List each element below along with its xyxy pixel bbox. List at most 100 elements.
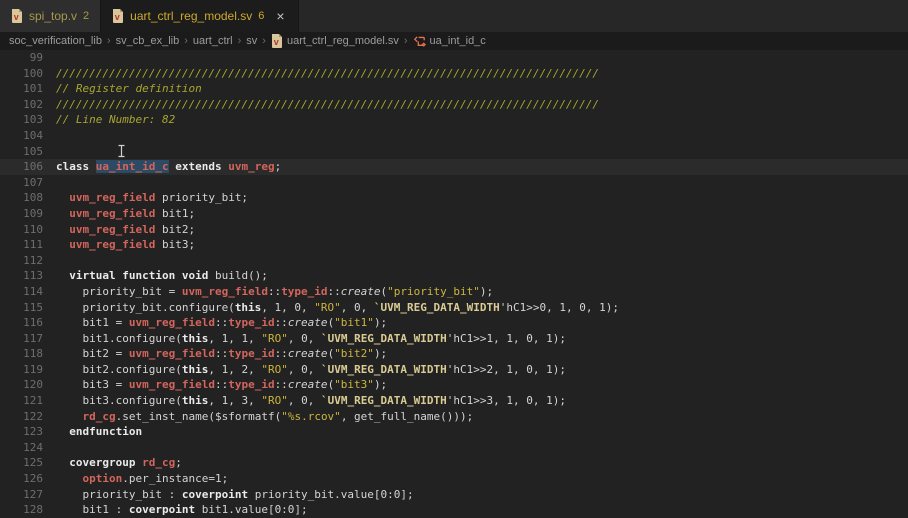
breadcrumb-item-soc_verification_lib[interactable]: soc_verification_lib <box>9 35 102 47</box>
line-number[interactable]: 101 <box>0 81 43 97</box>
line-number[interactable]: 103 <box>0 112 43 128</box>
code-token: , 1, 2, <box>208 362 262 376</box>
line-number[interactable]: 116 <box>0 315 43 331</box>
code-text: uvm_reg_field priority_bit; <box>43 190 248 206</box>
line-number[interactable]: 127 <box>0 487 43 503</box>
code-token: bit1.configure( <box>56 331 182 345</box>
code-line[interactable]: 112 <box>0 253 908 269</box>
breadcrumb-item-sv[interactable]: sv <box>246 35 257 47</box>
code-token: bit2 = <box>56 347 129 361</box>
code-token: bit2.configure( <box>56 362 182 376</box>
code-line[interactable]: 100 /////////////////////////////////////… <box>0 66 908 82</box>
code-token: .per_instance=1; <box>122 472 229 486</box>
code-token: endfunction <box>69 425 143 439</box>
code-token: "bit3" <box>334 378 374 392</box>
line-number[interactable]: 115 <box>0 300 43 316</box>
code-token: 'hC1>>2, 1, 0, 1); <box>446 362 567 376</box>
code-line[interactable]: 123 endfunction <box>0 424 908 440</box>
line-number[interactable]: 100 <box>0 66 43 82</box>
line-number[interactable]: 123 <box>0 424 43 440</box>
breadcrumb-item-ua_int_id_c[interactable]: ua_int_id_c <box>413 35 486 48</box>
code-line[interactable]: 106 class ua_int_id_c extends uvm_reg; <box>0 159 908 175</box>
code-text: bit1 = uvm_reg_field::type_id::create("b… <box>43 315 387 331</box>
code-line[interactable]: 127 priority_bit : coverpoint priority_b… <box>0 487 908 503</box>
code-token: ); <box>479 284 494 298</box>
code-line[interactable]: 126 option.per_instance=1; <box>0 471 908 487</box>
line-number[interactable]: 112 <box>0 253 43 269</box>
code-token: uvm_reg_field <box>69 222 156 236</box>
close-icon[interactable]: × <box>274 9 286 23</box>
breadcrumb-item-sv_cb_ex_lib[interactable]: sv_cb_ex_lib <box>116 35 180 47</box>
line-number[interactable]: 105 <box>0 144 43 160</box>
line-number[interactable]: 102 <box>0 97 43 113</box>
line-number[interactable]: 118 <box>0 346 43 362</box>
code-line[interactable]: 111 uvm_reg_field bit3; <box>0 237 908 253</box>
line-number[interactable]: 126 <box>0 471 43 487</box>
code-token: uvm_reg_field <box>128 378 215 392</box>
breadcrumb-separator-icon: › <box>262 35 266 47</box>
code-line[interactable]: 113 virtual function void build(); <box>0 268 908 284</box>
line-number[interactable]: 113 <box>0 268 43 284</box>
code-line[interactable]: 114 priority_bit = uvm_reg_field::type_i… <box>0 284 908 300</box>
code-line[interactable]: 125 covergroup rd_cg; <box>0 455 908 471</box>
line-number[interactable]: 114 <box>0 284 43 300</box>
code-line[interactable]: 102 /////////////////////////////////////… <box>0 97 908 113</box>
code-token: uvm_reg_field <box>69 206 156 220</box>
line-number[interactable]: 106 <box>0 159 43 175</box>
tab-spi_top.v[interactable]: v spi_top.v 2 <box>0 0 102 32</box>
code-token: priority_bit : <box>56 487 182 501</box>
line-number[interactable]: 108 <box>0 190 43 206</box>
line-number[interactable]: 128 <box>0 502 43 518</box>
line-number[interactable]: 124 <box>0 440 43 456</box>
code-line[interactable]: 124 <box>0 440 908 456</box>
code-token: coverpoint <box>128 503 196 517</box>
line-number[interactable]: 119 <box>0 362 43 378</box>
code-line[interactable]: 103 // Line Number: 82 <box>0 112 908 128</box>
code-area[interactable]: 99 100 ///////////////////////////////////… <box>0 50 908 518</box>
code-token: , 1, 1, <box>208 331 262 345</box>
breadcrumb-item-uart_ctrl[interactable]: uart_ctrl <box>193 35 233 47</box>
code-line[interactable]: 122 rd_cg.set_inst_name($sformatf("%s.rc… <box>0 409 908 425</box>
line-number[interactable]: 122 <box>0 409 43 425</box>
breadcrumb-item-uart_ctrl_reg_model.sv[interactable]: v uart_ctrl_reg_model.sv <box>271 34 399 48</box>
code-token: uvm_reg_field <box>69 238 156 252</box>
code-line[interactable]: 99 <box>0 50 908 66</box>
line-number[interactable]: 109 <box>0 206 43 222</box>
code-text: class ua_int_id_c extends uvm_reg; <box>43 159 281 175</box>
tab-uart_ctrl_reg_model.sv[interactable]: v uart_ctrl_reg_model.sv 6 × <box>101 0 299 32</box>
code-token: ); <box>373 347 388 361</box>
line-number[interactable]: 104 <box>0 128 43 144</box>
code-token: this <box>181 394 209 408</box>
line-number[interactable]: 125 <box>0 455 43 471</box>
code-line[interactable]: 115 priority_bit.configure(this, 1, 0, "… <box>0 300 908 316</box>
code-line[interactable]: 101 // Register definition <box>0 81 908 97</box>
code-line[interactable]: 120 bit3 = uvm_reg_field::type_id::creat… <box>0 377 908 393</box>
code-line[interactable]: 128 bit1 : coverpoint bit1.value[0:0]; <box>0 502 908 518</box>
line-number[interactable]: 111 <box>0 237 43 253</box>
code-line[interactable]: 121 bit3.configure(this, 1, 3, "RO", 0, … <box>0 393 908 409</box>
code-line[interactable]: 118 bit2 = uvm_reg_field::type_id::creat… <box>0 346 908 362</box>
code-line[interactable]: 107 <box>0 175 908 191</box>
code-token: ////////////////////////////////////////… <box>56 66 600 80</box>
line-number[interactable]: 120 <box>0 377 43 393</box>
line-number[interactable]: 99 <box>0 50 43 66</box>
line-number[interactable]: 117 <box>0 331 43 347</box>
code-token: "RO" <box>261 331 288 345</box>
code-line[interactable]: 116 bit1 = uvm_reg_field::type_id::creat… <box>0 315 908 331</box>
line-number[interactable]: 121 <box>0 393 43 409</box>
code-line[interactable]: 109 uvm_reg_field bit1; <box>0 206 908 222</box>
code-line[interactable]: 108 uvm_reg_field priority_bit; <box>0 190 908 206</box>
code-text: endfunction <box>43 424 142 440</box>
code-line[interactable]: 104 <box>0 128 908 144</box>
code-token: ; <box>175 456 182 470</box>
line-number[interactable]: 110 <box>0 222 43 238</box>
code-line[interactable]: 117 bit1.configure(this, 1, 1, "RO", 0, … <box>0 331 908 347</box>
code-token: create <box>287 378 328 392</box>
code-line[interactable]: 110 uvm_reg_field bit2; <box>0 222 908 238</box>
breadcrumb-separator-icon: › <box>184 35 188 47</box>
code-line[interactable]: 105 <box>0 144 908 160</box>
line-number[interactable]: 107 <box>0 175 43 191</box>
code-line[interactable]: 119 bit2.configure(this, 1, 2, "RO", 0, … <box>0 362 908 378</box>
